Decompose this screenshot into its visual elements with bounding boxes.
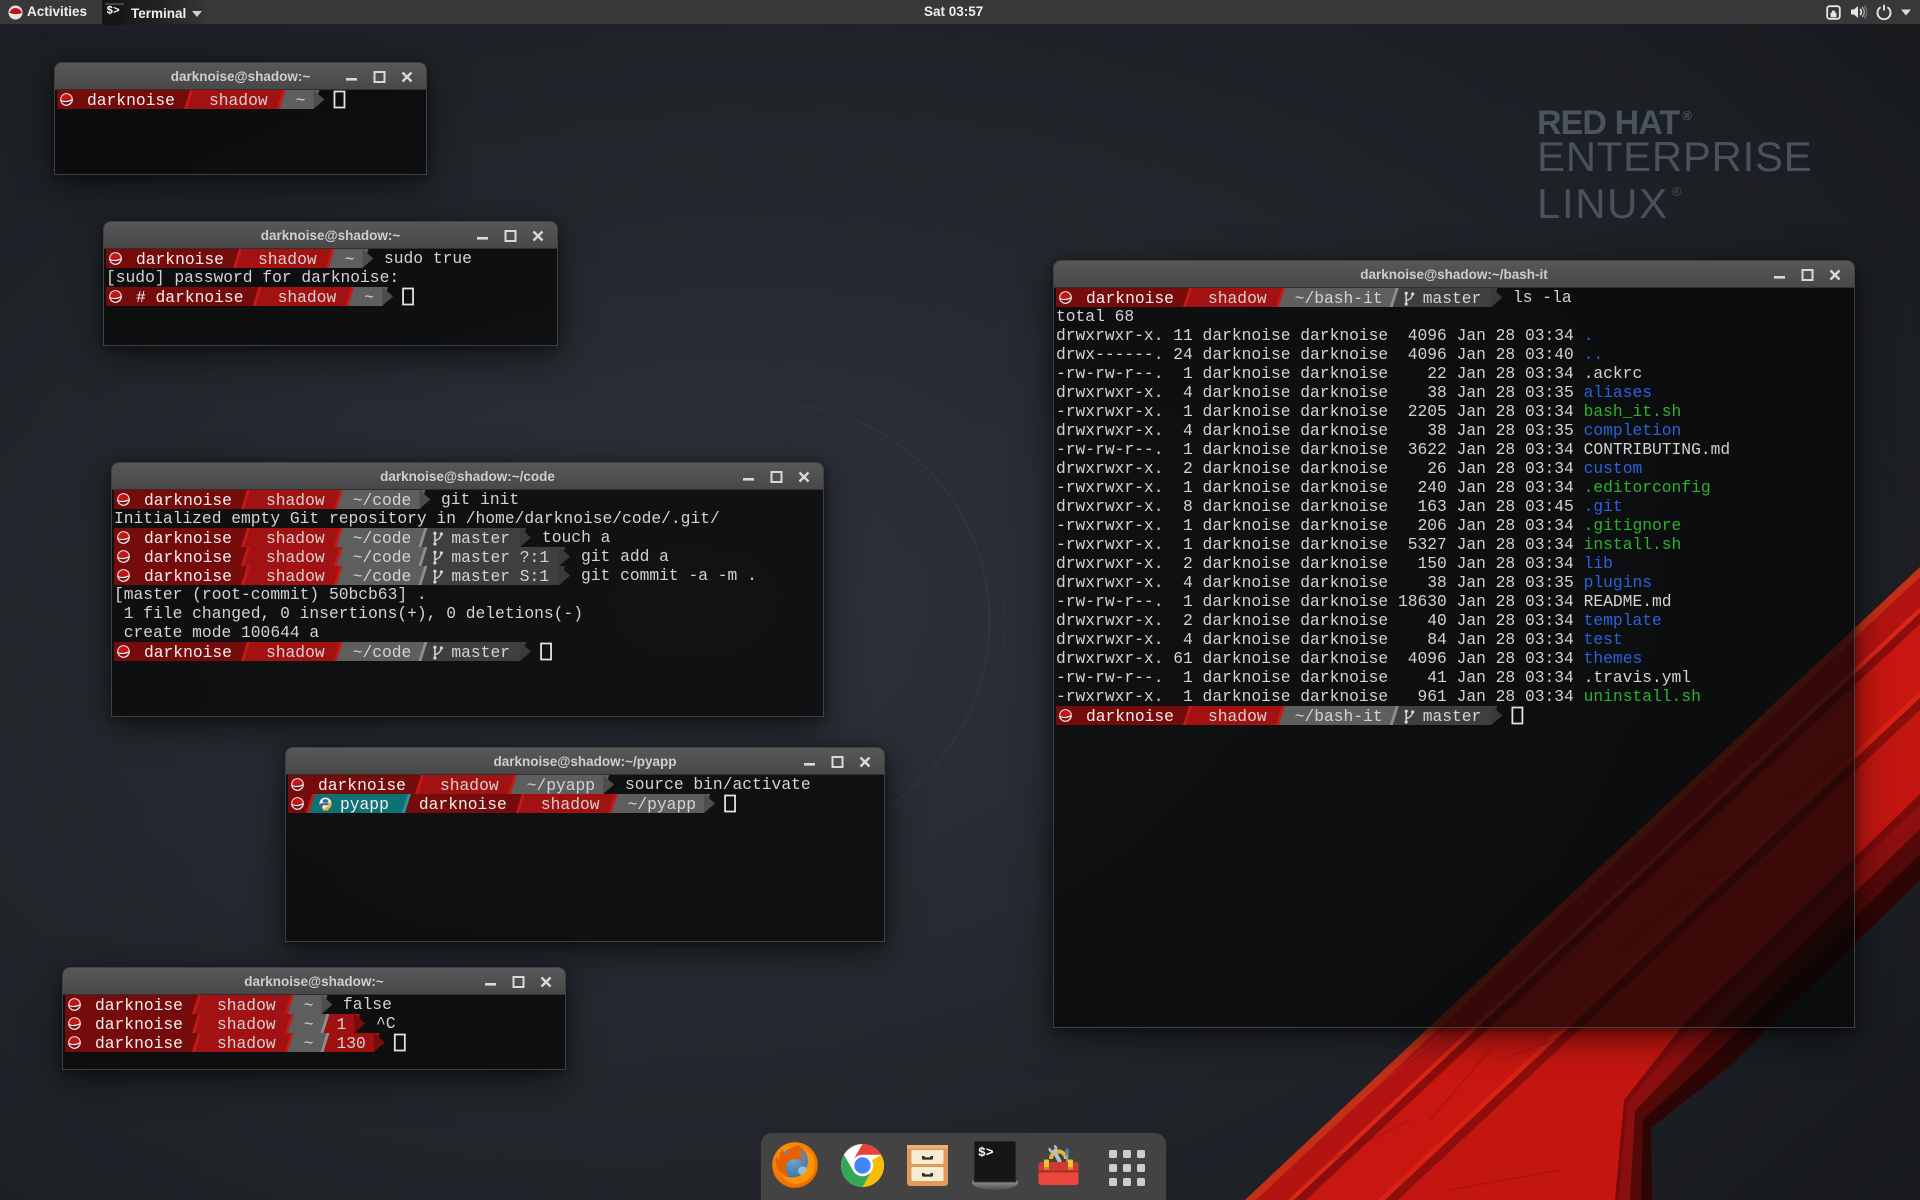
svg-text:~: ~ bbox=[304, 1015, 314, 1033]
svg-text:darknoise: darknoise bbox=[95, 1015, 183, 1033]
svg-text:~/pyapp: ~/pyapp bbox=[527, 776, 595, 794]
svg-text:~/code: ~/code bbox=[353, 548, 412, 566]
svg-text:~/bash-it: ~/bash-it bbox=[1295, 289, 1383, 307]
svg-text:shadow: shadow bbox=[266, 529, 325, 547]
svg-text:shadow: shadow bbox=[217, 1034, 276, 1052]
svg-text:shadow: shadow bbox=[266, 548, 325, 566]
svg-text:shadow: shadow bbox=[209, 91, 268, 109]
svg-text:darknoise: darknoise bbox=[144, 491, 232, 509]
svg-text:darknoise: darknoise bbox=[1086, 707, 1174, 725]
svg-text:shadow: shadow bbox=[440, 776, 499, 794]
svg-text:shadow: shadow bbox=[1208, 707, 1267, 725]
svg-text:~: ~ bbox=[296, 91, 306, 109]
svg-text:darknoise: darknoise bbox=[144, 643, 232, 661]
svg-text:~: ~ bbox=[304, 996, 314, 1014]
svg-text:shadow: shadow bbox=[217, 996, 276, 1014]
svg-text:darknoise: darknoise bbox=[136, 250, 224, 268]
svg-text:master: master bbox=[1423, 289, 1482, 307]
svg-text:shadow: shadow bbox=[217, 1015, 276, 1033]
svg-text:shadow: shadow bbox=[1208, 289, 1267, 307]
svg-text:master: master bbox=[451, 529, 510, 547]
svg-text:~: ~ bbox=[345, 250, 355, 268]
svg-text:master S:1: master S:1 bbox=[451, 567, 549, 585]
svg-text:# darknoise: # darknoise bbox=[136, 288, 243, 306]
svg-text:shadow: shadow bbox=[258, 250, 317, 268]
svg-text:~/code: ~/code bbox=[353, 491, 412, 509]
svg-text:$>: $> bbox=[107, 5, 121, 17]
svg-text:darknoise: darknoise bbox=[419, 795, 507, 813]
svg-text:master: master bbox=[451, 643, 510, 661]
svg-text:~/code: ~/code bbox=[353, 567, 412, 585]
svg-text:shadow: shadow bbox=[266, 491, 325, 509]
svg-text:master: master bbox=[1423, 707, 1482, 725]
svg-text:shadow: shadow bbox=[266, 643, 325, 661]
svg-text:darknoise: darknoise bbox=[87, 91, 175, 109]
svg-text:~/bash-it: ~/bash-it bbox=[1295, 707, 1383, 725]
svg-text:darknoise: darknoise bbox=[144, 529, 232, 547]
svg-text:shadow: shadow bbox=[278, 288, 337, 306]
svg-text:~/code: ~/code bbox=[353, 529, 412, 547]
svg-text:darknoise: darknoise bbox=[1086, 289, 1174, 307]
svg-text:darknoise: darknoise bbox=[144, 548, 232, 566]
svg-text:shadow: shadow bbox=[266, 567, 325, 585]
svg-text:master ?:1: master ?:1 bbox=[451, 548, 549, 566]
svg-text:shadow: shadow bbox=[541, 795, 600, 813]
svg-text:darknoise: darknoise bbox=[318, 776, 406, 794]
svg-text:pyapp: pyapp bbox=[340, 795, 389, 813]
svg-text:1: 1 bbox=[337, 1015, 347, 1033]
svg-text:~/code: ~/code bbox=[353, 643, 412, 661]
svg-text:~: ~ bbox=[304, 1034, 314, 1052]
svg-text:darknoise: darknoise bbox=[95, 996, 183, 1014]
svg-text:~: ~ bbox=[364, 288, 374, 306]
svg-text:~/pyapp: ~/pyapp bbox=[628, 795, 696, 813]
svg-text:darknoise: darknoise bbox=[144, 567, 232, 585]
svg-text:130: 130 bbox=[337, 1034, 366, 1052]
svg-text:$>: $> bbox=[978, 1145, 994, 1160]
svg-text:darknoise: darknoise bbox=[95, 1034, 183, 1052]
